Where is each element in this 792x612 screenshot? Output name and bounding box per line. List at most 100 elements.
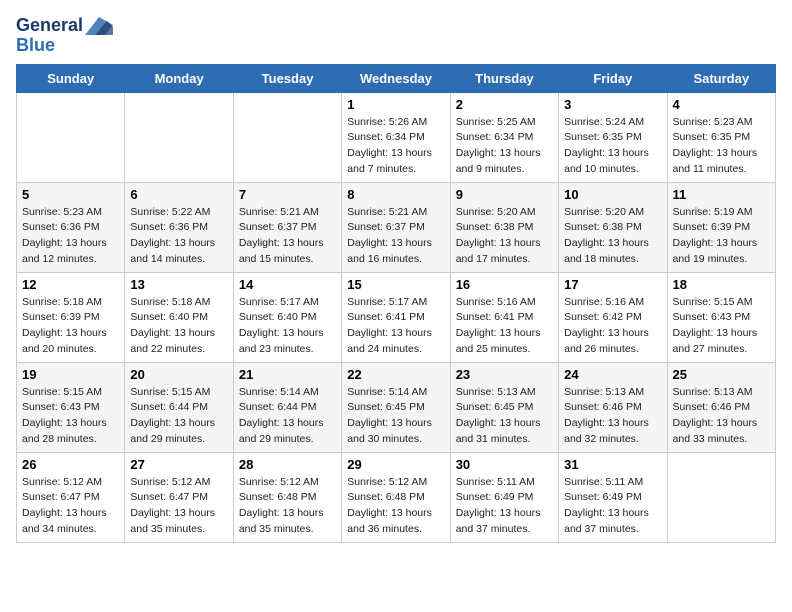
day-number: 1 <box>347 97 444 112</box>
day-number: 30 <box>456 457 553 472</box>
calendar-cell: 23 Sunrise: 5:13 AM Sunset: 6:45 PM Dayli… <box>450 362 558 452</box>
calendar-week-5: 26Sunrise: 5:12 AM Sunset: 6:47 PM Dayli… <box>17 452 776 542</box>
calendar-cell: 21 Sunrise: 5:14 AM Sunset: 6:44 PM Dayli… <box>233 362 341 452</box>
day-info: Sunrise: 5:13 AM Sunset: 6:45 PM Dayligh… <box>456 385 553 448</box>
logo-icon <box>85 17 113 35</box>
day-number: 3 <box>564 97 661 112</box>
day-number: 21 <box>239 367 336 382</box>
calendar-cell: 25 Sunrise: 5:13 AM Sunset: 6:46 PM Dayli… <box>667 362 775 452</box>
day-number: 19 <box>22 367 119 382</box>
day-info: Sunrise: 5:17 AM Sunset: 6:41 PM Dayligh… <box>347 295 444 358</box>
day-number: 17 <box>564 277 661 292</box>
day-info: Sunrise: 5:15 AM Sunset: 6:43 PM Dayligh… <box>22 385 119 448</box>
calendar-cell: 30 Sunrise: 5:11 AM Sunset: 6:49 PM Dayli… <box>450 452 558 542</box>
day-info: Sunrise: 5:21 AM Sunset: 6:37 PM Dayligh… <box>239 205 336 268</box>
day-number: 16 <box>456 277 553 292</box>
day-number: 7 <box>239 187 336 202</box>
day-info: Sunrise: 5:16 AM Sunset: 6:41 PM Dayligh… <box>456 295 553 358</box>
calendar-cell: 1 Sunrise: 5:26 AM Sunset: 6:34 PM Daylig… <box>342 92 450 182</box>
day-number: 31 <box>564 457 661 472</box>
logo-general: General <box>16 16 83 36</box>
day-number: 18 <box>673 277 770 292</box>
day-number: 12 <box>22 277 119 292</box>
day-number: 2 <box>456 97 553 112</box>
calendar-cell <box>667 452 775 542</box>
calendar: SundayMondayTuesdayWednesdayThursdayFrid… <box>16 64 776 543</box>
logo-blue: Blue <box>16 36 55 56</box>
day-number: 27 <box>130 457 227 472</box>
calendar-cell: 28Sunrise: 5:12 AM Sunset: 6:48 PM Dayli… <box>233 452 341 542</box>
day-info: Sunrise: 5:26 AM Sunset: 6:34 PM Dayligh… <box>347 115 444 178</box>
calendar-cell: 24 Sunrise: 5:13 AM Sunset: 6:46 PM Dayli… <box>559 362 667 452</box>
day-info: Sunrise: 5:11 AM Sunset: 6:49 PM Dayligh… <box>456 475 553 538</box>
calendar-cell: 2 Sunrise: 5:25 AM Sunset: 6:34 PM Daylig… <box>450 92 558 182</box>
day-info: Sunrise: 5:13 AM Sunset: 6:46 PM Dayligh… <box>673 385 770 448</box>
calendar-week-1: 1 Sunrise: 5:26 AM Sunset: 6:34 PM Daylig… <box>17 92 776 182</box>
logo: General Blue <box>16 16 113 56</box>
calendar-week-3: 12Sunrise: 5:18 AM Sunset: 6:39 PM Dayli… <box>17 272 776 362</box>
day-info: Sunrise: 5:14 AM Sunset: 6:45 PM Dayligh… <box>347 385 444 448</box>
calendar-cell: 29Sunrise: 5:12 AM Sunset: 6:48 PM Dayli… <box>342 452 450 542</box>
calendar-cell: 20 Sunrise: 5:15 AM Sunset: 6:44 PM Dayli… <box>125 362 233 452</box>
day-info: Sunrise: 5:11 AM Sunset: 6:49 PM Dayligh… <box>564 475 661 538</box>
calendar-cell: 26Sunrise: 5:12 AM Sunset: 6:47 PM Dayli… <box>17 452 125 542</box>
day-number: 14 <box>239 277 336 292</box>
day-info: Sunrise: 5:15 AM Sunset: 6:43 PM Dayligh… <box>673 295 770 358</box>
calendar-cell: 10 Sunrise: 5:20 AM Sunset: 6:38 PM Dayli… <box>559 182 667 272</box>
day-info: Sunrise: 5:20 AM Sunset: 6:38 PM Dayligh… <box>456 205 553 268</box>
day-number: 11 <box>673 187 770 202</box>
day-header-friday: Friday <box>559 64 667 92</box>
day-info: Sunrise: 5:24 AM Sunset: 6:35 PM Dayligh… <box>564 115 661 178</box>
day-info: Sunrise: 5:23 AM Sunset: 6:35 PM Dayligh… <box>673 115 770 178</box>
day-info: Sunrise: 5:18 AM Sunset: 6:40 PM Dayligh… <box>130 295 227 358</box>
calendar-cell: 4 Sunrise: 5:23 AM Sunset: 6:35 PM Daylig… <box>667 92 775 182</box>
day-info: Sunrise: 5:13 AM Sunset: 6:46 PM Dayligh… <box>564 385 661 448</box>
calendar-cell: 15 Sunrise: 5:17 AM Sunset: 6:41 PM Dayli… <box>342 272 450 362</box>
day-info: Sunrise: 5:21 AM Sunset: 6:37 PM Dayligh… <box>347 205 444 268</box>
day-info: Sunrise: 5:22 AM Sunset: 6:36 PM Dayligh… <box>130 205 227 268</box>
day-info: Sunrise: 5:15 AM Sunset: 6:44 PM Dayligh… <box>130 385 227 448</box>
calendar-cell: 17Sunrise: 5:16 AM Sunset: 6:42 PM Dayli… <box>559 272 667 362</box>
day-info: Sunrise: 5:12 AM Sunset: 6:48 PM Dayligh… <box>347 475 444 538</box>
day-number: 20 <box>130 367 227 382</box>
page-header: General Blue <box>16 16 776 56</box>
calendar-cell: 6 Sunrise: 5:22 AM Sunset: 6:36 PM Daylig… <box>125 182 233 272</box>
day-info: Sunrise: 5:12 AM Sunset: 6:47 PM Dayligh… <box>130 475 227 538</box>
day-number: 22 <box>347 367 444 382</box>
day-number: 23 <box>456 367 553 382</box>
day-header-thursday: Thursday <box>450 64 558 92</box>
calendar-cell: 16 Sunrise: 5:16 AM Sunset: 6:41 PM Dayli… <box>450 272 558 362</box>
calendar-cell: 8 Sunrise: 5:21 AM Sunset: 6:37 PM Daylig… <box>342 182 450 272</box>
day-number: 8 <box>347 187 444 202</box>
day-number: 28 <box>239 457 336 472</box>
calendar-cell: 12Sunrise: 5:18 AM Sunset: 6:39 PM Dayli… <box>17 272 125 362</box>
day-info: Sunrise: 5:25 AM Sunset: 6:34 PM Dayligh… <box>456 115 553 178</box>
day-header-monday: Monday <box>125 64 233 92</box>
day-info: Sunrise: 5:19 AM Sunset: 6:39 PM Dayligh… <box>673 205 770 268</box>
calendar-cell <box>125 92 233 182</box>
calendar-cell <box>17 92 125 182</box>
day-number: 24 <box>564 367 661 382</box>
calendar-cell: 7 Sunrise: 5:21 AM Sunset: 6:37 PM Daylig… <box>233 182 341 272</box>
day-number: 15 <box>347 277 444 292</box>
day-number: 6 <box>130 187 227 202</box>
day-number: 4 <box>673 97 770 112</box>
calendar-week-4: 19 Sunrise: 5:15 AM Sunset: 6:43 PM Dayli… <box>17 362 776 452</box>
calendar-cell: 14Sunrise: 5:17 AM Sunset: 6:40 PM Dayli… <box>233 272 341 362</box>
day-header-saturday: Saturday <box>667 64 775 92</box>
day-header-sunday: Sunday <box>17 64 125 92</box>
day-number: 25 <box>673 367 770 382</box>
day-info: Sunrise: 5:23 AM Sunset: 6:36 PM Dayligh… <box>22 205 119 268</box>
day-info: Sunrise: 5:12 AM Sunset: 6:47 PM Dayligh… <box>22 475 119 538</box>
day-info: Sunrise: 5:20 AM Sunset: 6:38 PM Dayligh… <box>564 205 661 268</box>
day-number: 5 <box>22 187 119 202</box>
day-info: Sunrise: 5:14 AM Sunset: 6:44 PM Dayligh… <box>239 385 336 448</box>
calendar-cell: 19 Sunrise: 5:15 AM Sunset: 6:43 PM Dayli… <box>17 362 125 452</box>
day-number: 10 <box>564 187 661 202</box>
day-number: 13 <box>130 277 227 292</box>
calendar-cell: 9 Sunrise: 5:20 AM Sunset: 6:38 PM Daylig… <box>450 182 558 272</box>
day-number: 9 <box>456 187 553 202</box>
calendar-header-row: SundayMondayTuesdayWednesdayThursdayFrid… <box>17 64 776 92</box>
calendar-cell: 11 Sunrise: 5:19 AM Sunset: 6:39 PM Dayli… <box>667 182 775 272</box>
day-header-tuesday: Tuesday <box>233 64 341 92</box>
